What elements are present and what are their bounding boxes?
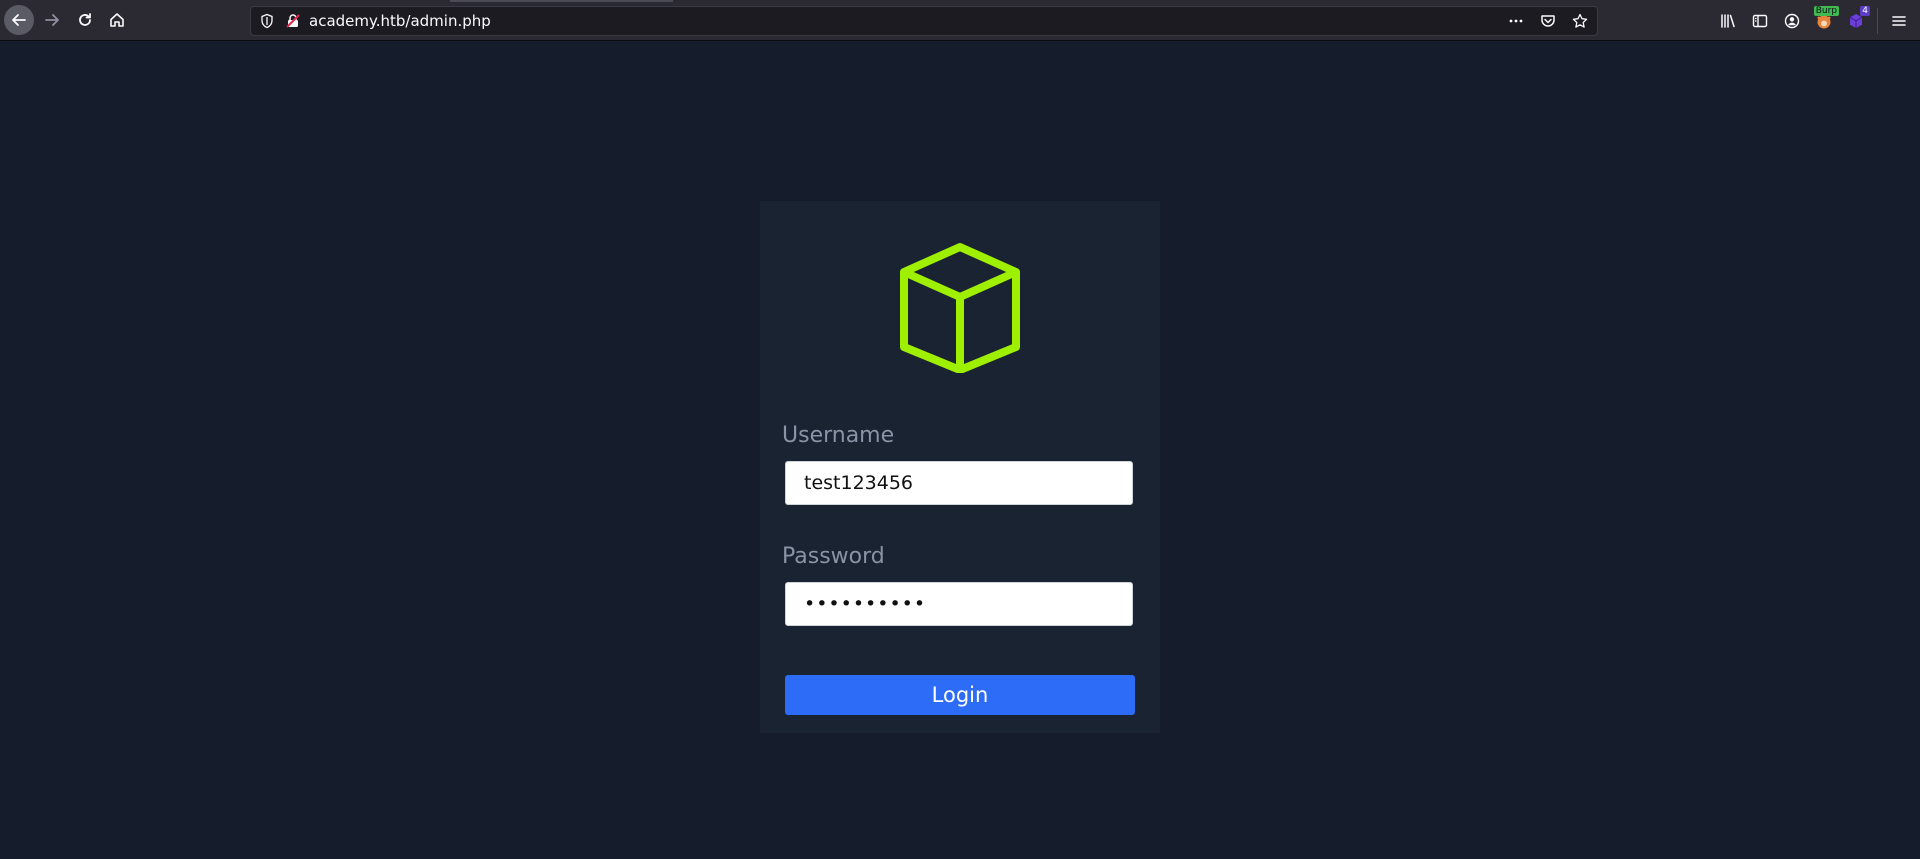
back-button[interactable] xyxy=(4,5,34,35)
star-icon xyxy=(1572,13,1588,28)
password-label: Password xyxy=(782,544,885,569)
pocket-button[interactable] xyxy=(1537,10,1559,32)
library-icon xyxy=(1721,14,1735,28)
foxyproxy-burp-extension[interactable]: Burp xyxy=(1813,6,1839,32)
hamburger-menu-icon xyxy=(1892,16,1906,26)
burp-badge: Burp xyxy=(1813,6,1839,16)
toolbar-separator xyxy=(1877,8,1878,34)
password-input[interactable]: •••••••••• xyxy=(785,582,1133,626)
account-icon xyxy=(1784,13,1800,29)
app-menu-button[interactable] xyxy=(1888,10,1910,32)
bookmark-star-button[interactable] xyxy=(1569,10,1591,32)
cube-logo-icon xyxy=(900,243,1020,373)
extension-count-badge: 4 xyxy=(1860,6,1870,16)
page-actions-button[interactable] xyxy=(1505,10,1527,32)
username-input[interactable]: test123456 xyxy=(785,461,1133,505)
home-icon xyxy=(110,13,124,27)
insecure-lock-icon[interactable] xyxy=(285,13,301,29)
sidebar-button[interactable] xyxy=(1749,10,1771,32)
account-button[interactable] xyxy=(1781,10,1803,32)
more-horizontal-icon xyxy=(1509,19,1523,23)
pocket-icon xyxy=(1541,15,1555,27)
container-extension[interactable]: 4 xyxy=(1845,6,1870,32)
browser-toolbar: academy.htb/admin.php Burp 4 xyxy=(0,0,1920,41)
page-content: Username test123456 Password •••••••••• … xyxy=(0,41,1920,859)
login-button[interactable]: Login xyxy=(785,675,1135,715)
library-button[interactable] xyxy=(1717,10,1739,32)
forward-arrow-icon xyxy=(45,14,59,26)
reload-icon xyxy=(79,13,91,26)
back-arrow-icon xyxy=(12,14,26,26)
url-text[interactable]: academy.htb/admin.php xyxy=(309,12,491,30)
url-bar[interactable]: academy.htb/admin.php xyxy=(250,6,1598,36)
login-card: Username test123456 Password •••••••••• … xyxy=(760,201,1160,733)
reload-button[interactable] xyxy=(70,5,100,35)
tracking-shield-icon[interactable] xyxy=(259,13,275,29)
home-button[interactable] xyxy=(102,5,132,35)
username-label: Username xyxy=(782,423,895,448)
sidebar-icon xyxy=(1752,14,1768,28)
tab-indicator xyxy=(450,0,673,2)
forward-button[interactable] xyxy=(37,5,67,35)
